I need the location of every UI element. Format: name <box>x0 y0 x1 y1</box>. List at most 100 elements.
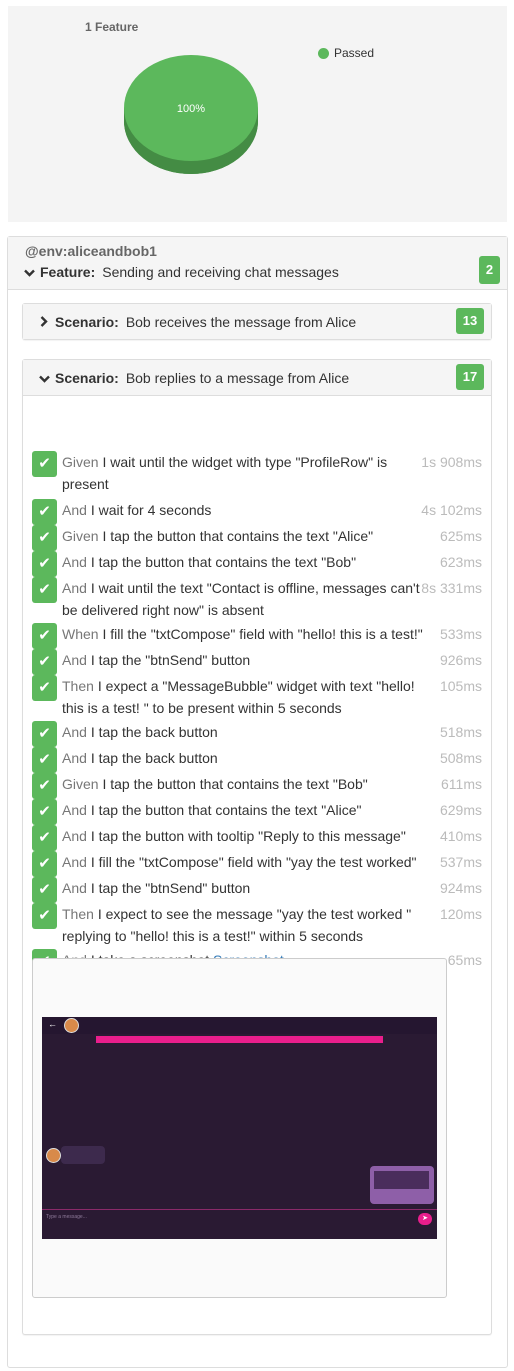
step-text: I fill the "txtCompose" field with "hell… <box>102 626 423 642</box>
step-keyword: And <box>62 750 87 766</box>
step-duration: 120ms <box>439 906 482 922</box>
scenario-header[interactable]: Scenario: Bob replies to a message from … <box>23 360 491 396</box>
step-row: ✔ 410ms And I tap the button with tooltip … <box>32 825 482 851</box>
chevron-down-icon[interactable] <box>23 264 35 280</box>
step-duration: 625ms <box>439 528 482 544</box>
legend-marker-passed <box>318 47 329 59</box>
step-keyword: And <box>62 828 87 844</box>
step-duration: 623ms <box>439 554 482 570</box>
step-row: ✔ 924ms And I tap the "btnSend" button <box>32 877 482 903</box>
step-text: I tap the back button <box>90 750 218 766</box>
avatar <box>46 1148 61 1163</box>
step-duration: 926ms <box>439 652 482 668</box>
pie-data-label: 100% <box>177 103 205 115</box>
step-duration: 924ms <box>439 880 482 896</box>
step-row: ✔ 623ms And I tap the button that contains… <box>32 551 482 577</box>
scenario-title[interactable]: Scenario: Bob receives the message from … <box>38 314 356 330</box>
step-row: ✔ 611ms Given I tap the button that contai… <box>32 773 482 799</box>
step-keyword: When <box>62 626 99 642</box>
avatar <box>64 1018 79 1033</box>
check-icon: ✔ <box>32 721 57 747</box>
step-duration: 8s 331ms <box>421 580 482 596</box>
scenario-keyword: Scenario: <box>55 370 119 386</box>
step-duration: 537ms <box>439 854 482 870</box>
screenshot-frame[interactable]: ← Type a message... ➤ <box>32 958 447 1298</box>
feature-title[interactable]: Feature: Sending and receiving chat mess… <box>23 264 339 280</box>
step-keyword: Then <box>62 678 94 694</box>
step-text: I wait for 4 seconds <box>90 502 212 518</box>
chevron-right-icon[interactable] <box>38 314 50 330</box>
scenario-count-badge: 13 <box>456 308 484 334</box>
screenshot-image[interactable]: ← Type a message... ➤ <box>42 1017 437 1239</box>
chart-legend[interactable]: Passed <box>318 46 374 60</box>
check-icon: ✔ <box>32 877 57 903</box>
step-text: I tap the button with tooltip "Reply to … <box>90 828 406 844</box>
step-duration: 410ms <box>439 828 482 844</box>
step-row: ✔ 120ms Then I expect to see the message "… <box>32 903 482 947</box>
app-bar: ← <box>42 1017 437 1034</box>
step-duration: 533ms <box>439 626 482 642</box>
feature-header[interactable]: @env:aliceandbob1 Feature: Sending and r… <box>8 237 507 290</box>
scenario-name: Bob receives the message from Alice <box>125 314 357 330</box>
step-text: I tap the button that contains the text … <box>90 802 362 818</box>
step-text: I expect a "MessageBubble" widget with t… <box>62 678 415 716</box>
message-bubble-incoming <box>61 1146 105 1164</box>
check-icon: ✔ <box>32 525 57 551</box>
back-arrow-icon: ← <box>48 1019 57 1029</box>
step-keyword: And <box>62 802 87 818</box>
pie-chart: 100% <box>124 55 258 174</box>
step-keyword: And <box>62 854 87 870</box>
step-row: ✔ 105ms Then I expect a "MessageBubble" wi… <box>32 675 482 719</box>
step-text: I tap the back button <box>90 724 218 740</box>
step-keyword: And <box>62 554 87 570</box>
scenario-name: Bob replies to a message from Alice <box>125 370 350 386</box>
step-row: ✔ 537ms And I fill the "txtCompose" field … <box>32 851 482 877</box>
check-icon: ✔ <box>32 799 57 825</box>
step-duration: 518ms <box>439 724 482 740</box>
composer-divider <box>42 1209 437 1210</box>
check-icon: ✔ <box>32 903 57 929</box>
step-keyword: Given <box>62 776 99 792</box>
message-bubble-outgoing <box>370 1166 434 1204</box>
scenario-panel: Scenario: Bob replies to a message from … <box>22 359 492 1335</box>
feature-panel: @env:aliceandbob1 Feature: Sending and r… <box>7 236 508 1368</box>
check-icon: ✔ <box>32 675 57 701</box>
check-icon: ✔ <box>32 747 57 773</box>
check-icon: ✔ <box>32 451 57 477</box>
scenario-title[interactable]: Scenario: Bob replies to a message from … <box>38 370 349 386</box>
step-row: ✔ 625ms Given I tap the button that contai… <box>32 525 482 551</box>
step-text: I wait until the text "Contact is offlin… <box>62 580 420 618</box>
step-text: I fill the "txtCompose" field with "yay … <box>90 854 417 870</box>
check-icon: ✔ <box>32 623 57 649</box>
step-text: I tap the button that contains the text … <box>90 554 357 570</box>
send-icon: ➤ <box>418 1213 432 1225</box>
scenario-keyword: Scenario: <box>55 314 119 330</box>
check-icon: ✔ <box>32 825 57 851</box>
chevron-down-icon[interactable] <box>38 370 50 386</box>
step-duration: 105ms <box>439 678 482 694</box>
step-row: ✔ 4s 102ms And I wait for 4 seconds <box>32 499 482 525</box>
step-row: ✔ 1s 908ms Given I wait until the widget w… <box>32 451 482 495</box>
feature-name: Sending and receiving chat messages <box>102 264 339 280</box>
step-row: ✔ 508ms And I tap the back button <box>32 747 482 773</box>
step-row: ✔ 8s 331ms And I wait until the text "Cont… <box>32 577 482 621</box>
step-duration: 611ms <box>441 776 482 792</box>
step-text: I tap the button that contains the text … <box>102 776 368 792</box>
feature-tag: @env:aliceandbob1 <box>25 243 157 259</box>
step-row: ✔ 926ms And I tap the "btnSend" button <box>32 649 482 675</box>
check-icon: ✔ <box>32 499 57 525</box>
scenario-header[interactable]: Scenario: Bob receives the message from … <box>23 304 491 339</box>
scenario-panel: Scenario: Bob receives the message from … <box>22 303 492 340</box>
step-row: ✔ 518ms And I tap the back button <box>32 721 482 747</box>
step-text: I tap the "btnSend" button <box>90 652 251 668</box>
step-duration: 508ms <box>439 750 482 766</box>
check-icon: ✔ <box>32 577 57 603</box>
step-keyword: Given <box>62 454 99 470</box>
step-text: I tap the button that contains the text … <box>102 528 374 544</box>
reply-quote <box>374 1171 429 1189</box>
feature-keyword: Feature: <box>40 264 96 280</box>
step-duration: 1s 908ms <box>421 454 482 470</box>
step-duration: 629ms <box>439 802 482 818</box>
step-keyword: And <box>62 724 87 740</box>
check-icon: ✔ <box>32 551 57 577</box>
